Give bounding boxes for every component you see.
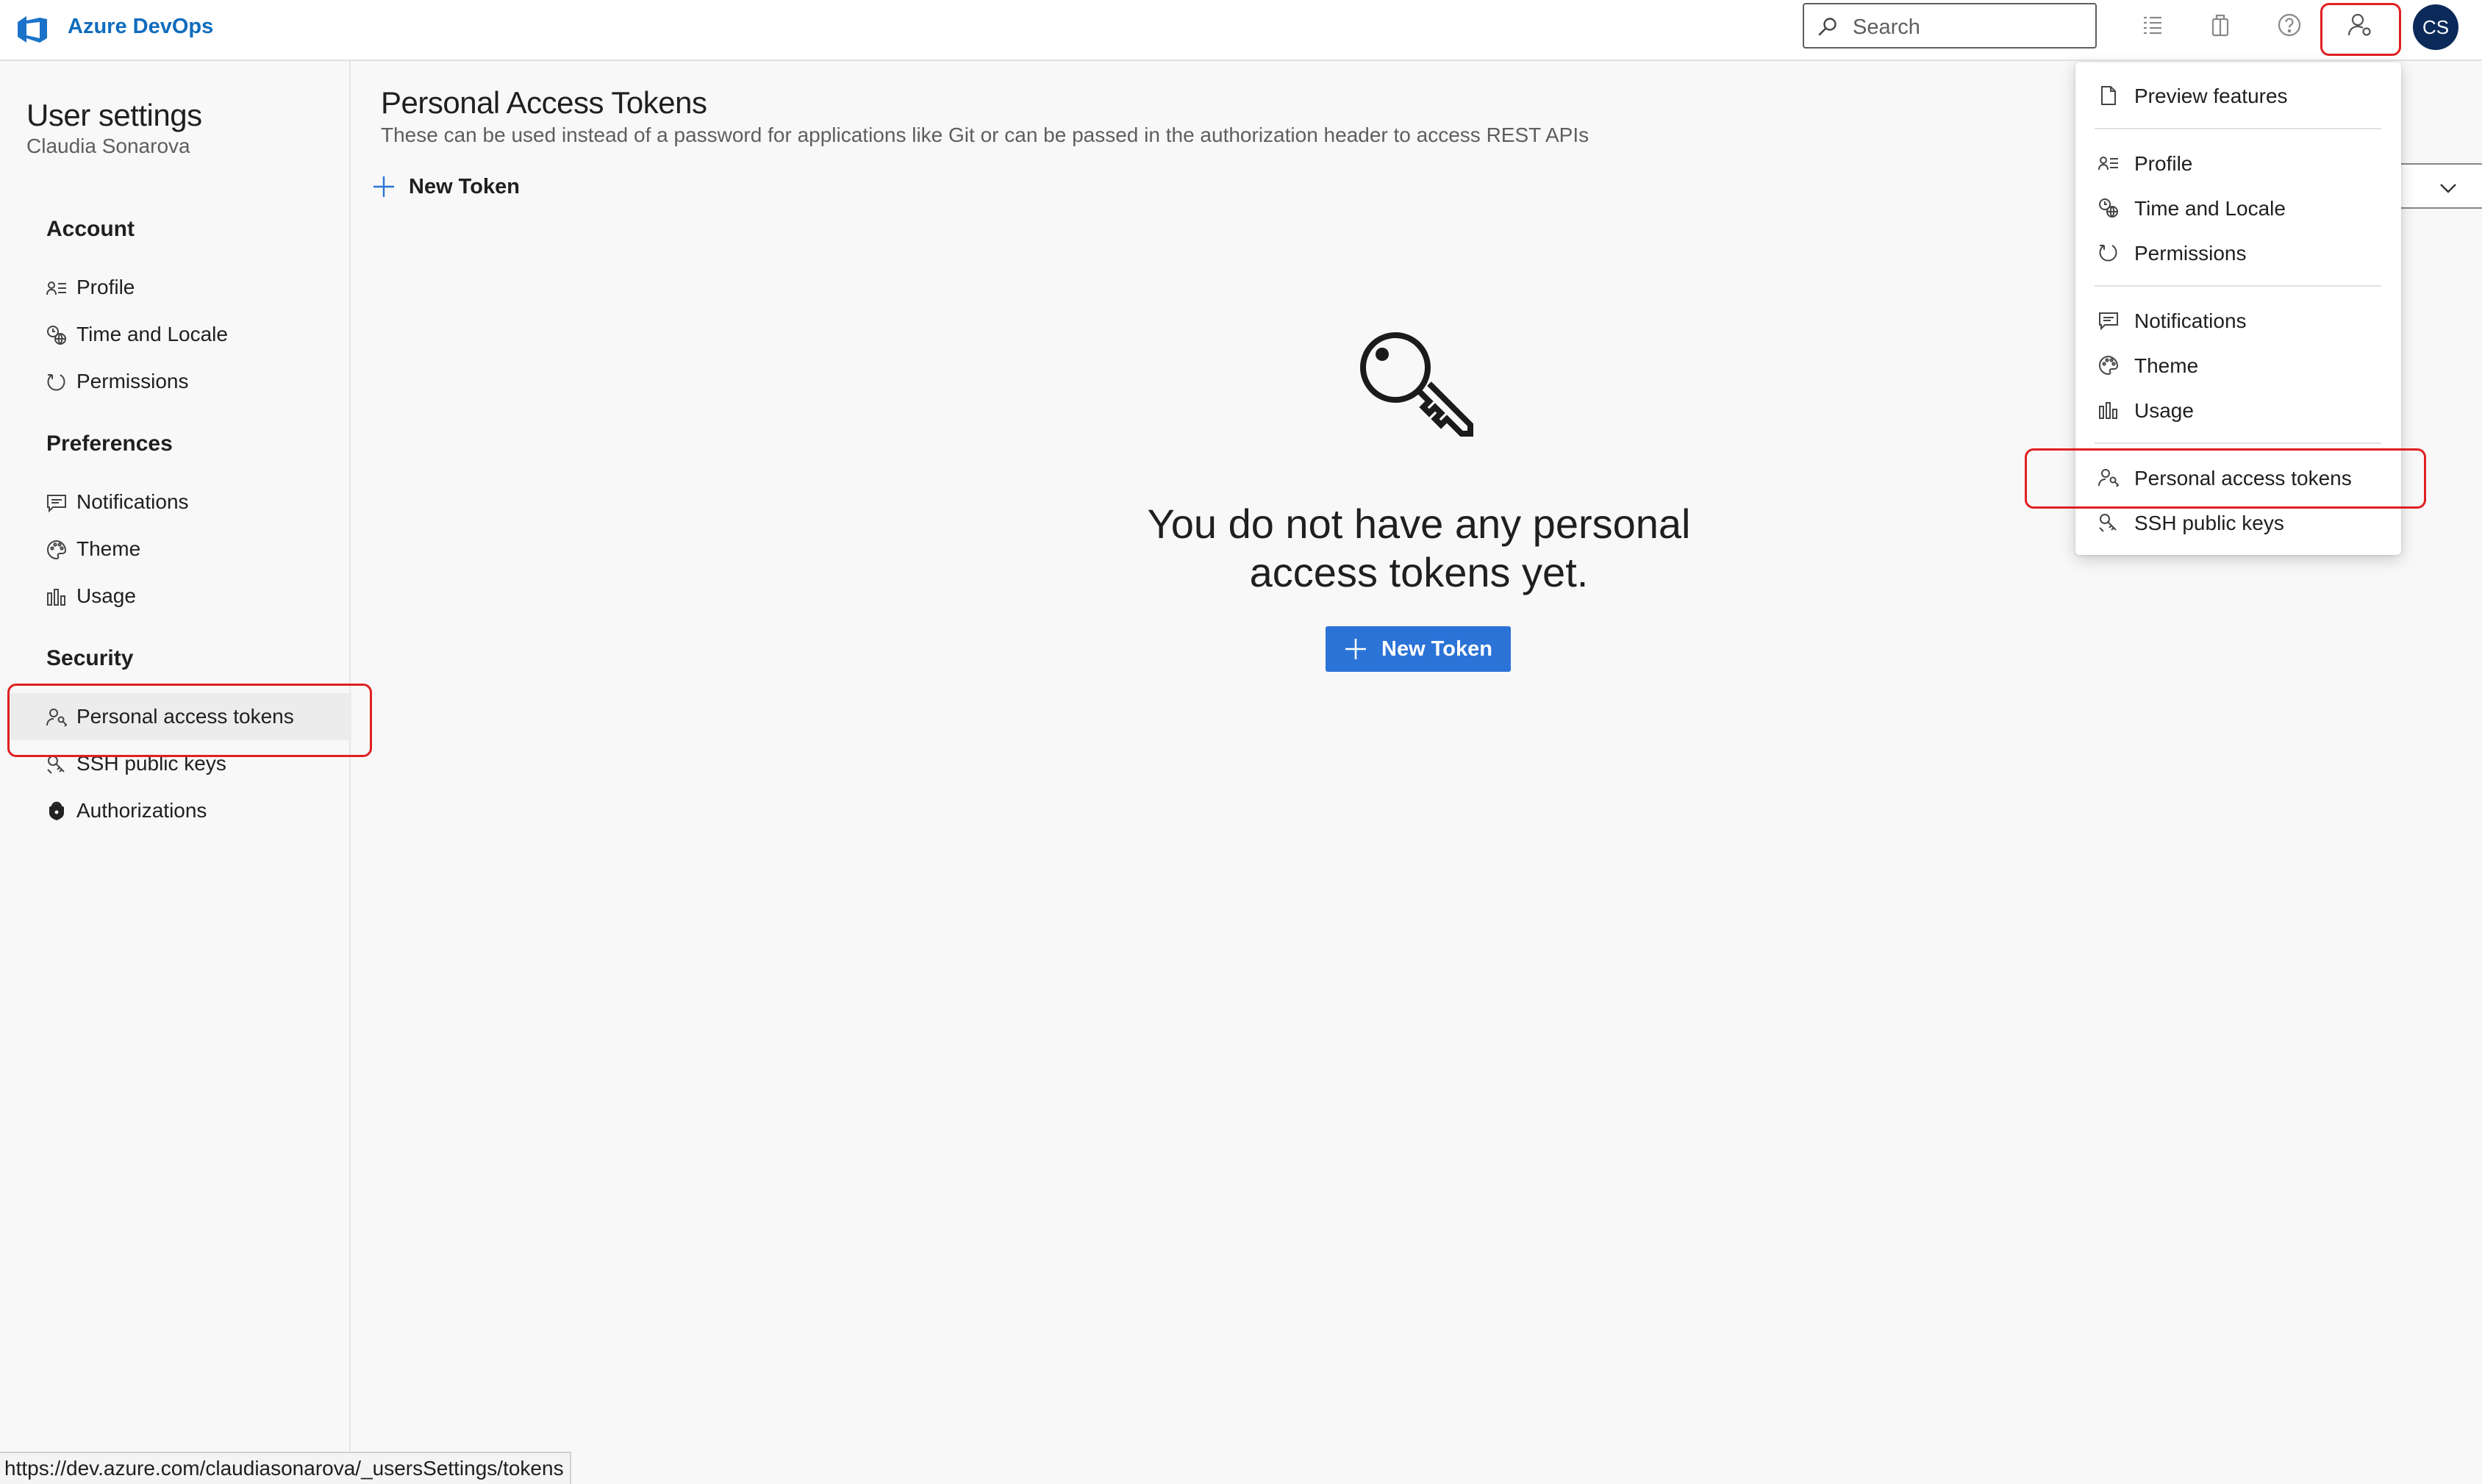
sidebar-item-label: Notifications [76,490,189,513]
profile-icon [46,277,68,299]
add-icon [371,173,397,200]
new-token-primary-button[interactable]: New Token [1326,626,1511,672]
sidebar-item-time-and-locale[interactable]: Time and Locale [9,311,351,358]
menu-item-notifications[interactable]: Notifications [2075,299,2401,340]
chat-bubble-icon [2097,309,2120,331]
sidebar-item-label: Profile [76,276,135,298]
menu-divider [2095,285,2381,287]
page-description: These can be used instead of a password … [381,123,1589,146]
palette-icon [2097,354,2120,376]
permissions-icon [2097,242,2120,264]
settings-sidebar: User settings Claudia Sonarova Account P… [0,61,351,1484]
lock-icon [46,800,68,822]
key-illustration-icon [1351,323,1476,448]
sidebar-item-label: Theme [76,537,141,560]
new-token-primary-label: New Token [1381,637,1492,661]
empty-state-line-1: You do not have any personal [1147,501,1691,547]
sidebar-item-notifications[interactable]: Notifications [9,478,351,526]
menu-item-preview-features[interactable]: Preview features [2075,74,2401,115]
sidebar-item-label: Authorizations [76,799,207,822]
menu-item-time-and-locale[interactable]: Time and Locale [2075,187,2401,228]
bar-chart-icon [2097,399,2120,421]
section-heading-account: Account [46,217,135,241]
sidebar-item-profile[interactable]: Profile [9,264,351,311]
sidebar-user-name: Claudia Sonarova [26,135,190,157]
globe-clock-icon [46,324,68,346]
brand-name[interactable]: Azure DevOps [68,13,213,40]
menu-divider [2095,128,2381,129]
menu-divider [2095,442,2381,444]
help-icon[interactable] [2275,10,2304,40]
highlight-sidebar-personal-access-tokens [7,684,372,757]
sidebar-item-label: Time and Locale [76,323,228,345]
bar-chart-icon [46,586,68,608]
sidebar-item-authorizations[interactable]: Authorizations [9,787,351,834]
search-input[interactable] [1851,10,2089,44]
sidebar-item-permissions[interactable]: Permissions [9,358,351,405]
menu-item-label: Time and Locale [2134,197,2286,220]
menu-item-profile[interactable]: Profile [2075,142,2401,183]
menu-item-label: Usage [2134,399,2194,422]
globe-clock-icon [2097,197,2120,219]
filter-dropdown[interactable] [2397,163,2482,209]
ssh-key-icon [2097,512,2120,534]
document-icon [2097,85,2120,107]
empty-state-line-2: access tokens yet. [1249,549,1589,595]
permissions-icon [46,371,68,393]
menu-item-label: Preview features [2134,85,2288,107]
menu-item-label: SSH public keys [2134,512,2284,534]
new-token-command-label: New Token [409,175,520,198]
menu-item-label: Profile [2134,152,2193,175]
azure-devops-logo-icon[interactable] [15,12,50,47]
highlight-menu-personal-access-tokens [2025,448,2426,509]
menu-item-permissions[interactable]: Permissions [2075,232,2401,273]
sidebar-title: User settings [26,98,202,132]
new-token-command-button[interactable]: New Token [371,171,532,203]
highlight-user-settings-button [2320,3,2401,56]
sidebar-item-label: Usage [76,584,136,607]
chat-bubble-icon [46,492,68,514]
status-bar-url: https://dev.azure.com/claudiasonarova/_u… [0,1452,571,1484]
menu-item-theme[interactable]: Theme [2075,344,2401,385]
avatar[interactable]: CS [2413,4,2458,50]
page-title: Personal Access Tokens [381,85,707,120]
search-icon [1817,16,1838,37]
add-icon [1343,637,1368,662]
sidebar-item-label: Permissions [76,370,189,392]
profile-icon [2097,152,2120,174]
section-heading-security: Security [46,646,134,670]
palette-icon [46,539,68,561]
sidebar-item-theme[interactable]: Theme [9,526,351,573]
marketplace-bag-icon[interactable] [2206,10,2235,40]
chevron-down-icon [2438,178,2458,198]
menu-item-label: Theme [2134,354,2199,377]
menu-item-label: Permissions [2134,242,2247,265]
sidebar-item-usage[interactable]: Usage [9,573,351,620]
section-heading-preferences: Preferences [46,431,173,456]
menu-item-label: Notifications [2134,309,2247,332]
search-box[interactable] [1803,3,2097,49]
task-list-icon[interactable] [2138,10,2167,40]
empty-state-message: You do not have any personal access toke… [1088,500,1750,597]
top-header: Azure DevOps CS [0,0,2482,61]
menu-item-usage[interactable]: Usage [2075,389,2401,430]
